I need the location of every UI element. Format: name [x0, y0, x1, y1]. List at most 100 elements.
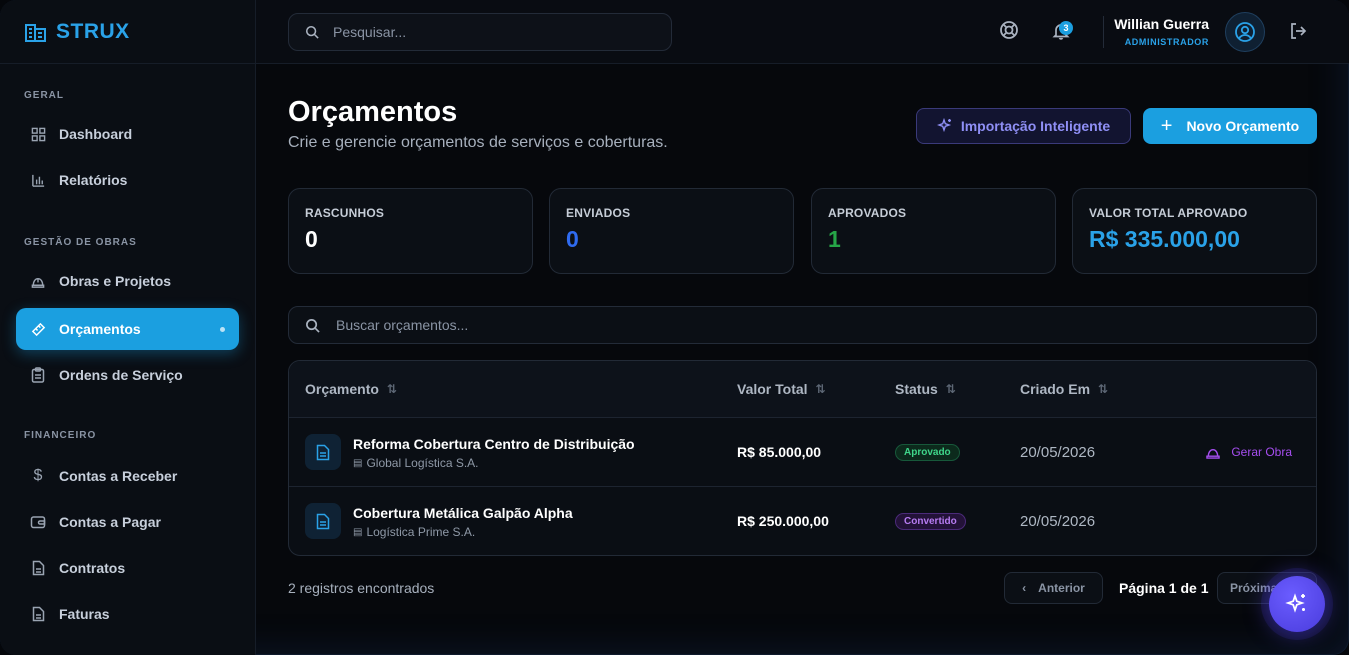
sidebar-item-label: Contas a Receber — [59, 468, 178, 484]
smart-import-label: Importação Inteligente — [960, 118, 1111, 134]
sidebar-item-dashboard[interactable]: Dashboard — [16, 113, 239, 155]
client-name: ▤ Global Logística S.A. — [353, 456, 479, 470]
topbar-divider — [1103, 16, 1104, 48]
sort-icon: ⇅ — [1098, 382, 1109, 396]
nav-section-geral: GERAL — [24, 90, 64, 101]
plus-icon: + — [1160, 115, 1173, 137]
grid-icon — [30, 126, 46, 142]
generate-project-button[interactable]: Gerar Obra — [1205, 445, 1292, 459]
previous-page-button[interactable]: ‹ Anterior — [1004, 572, 1103, 604]
new-budget-label: Novo Orçamento — [1186, 118, 1300, 134]
global-search[interactable] — [288, 13, 672, 51]
bar-chart-icon — [30, 172, 46, 188]
stat-value: 0 — [566, 226, 579, 252]
column-header-status[interactable]: Status ⇅ — [895, 381, 956, 397]
sidebar-item-contas-receber[interactable]: $ Contas a Receber — [16, 455, 239, 497]
sidebar-item-contratos[interactable]: Contratos — [16, 547, 239, 589]
stat-label: APROVADOS — [828, 206, 907, 220]
sidebar-item-orcamentos[interactable]: Orçamentos — [16, 308, 239, 350]
notification-badge: 3 — [1059, 21, 1073, 35]
budget-value: R$ 250.000,00 — [737, 513, 829, 529]
sort-icon: ⇅ — [815, 382, 826, 396]
client-name: ▤ Logística Prime S.A. — [353, 525, 475, 539]
table-header: Orçamento ⇅ Valor Total ⇅ Status ⇅ Criado E… — [289, 361, 1316, 418]
stat-label: RASCUNHOS — [305, 206, 385, 220]
stat-value: 0 — [305, 226, 318, 252]
budgets-table: Orçamento ⇅ Valor Total ⇅ Status ⇅ Criado E… — [288, 360, 1317, 556]
column-label: Status — [895, 381, 938, 397]
stat-card-aprovados: APROVADOS 1 — [811, 188, 1056, 274]
topbar: 3 Willian Guerra ADMINISTRADOR — [256, 0, 1349, 64]
document-icon — [30, 560, 46, 576]
nav-section-gestao: GESTÃO DE OBRAS — [24, 237, 137, 248]
hard-hat-icon — [30, 273, 46, 289]
global-search-input[interactable] — [333, 24, 633, 40]
table-row[interactable]: Reforma Cobertura Centro de Distribuição… — [289, 418, 1316, 487]
page-title: Orçamentos — [288, 96, 458, 128]
table-row[interactable]: Cobertura Metálica Galpão Alpha ▤ Logísti… — [289, 487, 1316, 555]
sparkles-icon — [936, 118, 953, 134]
column-label: Valor Total — [737, 381, 808, 397]
budget-title[interactable]: Cobertura Metálica Galpão Alpha — [353, 505, 573, 521]
building-icon — [24, 21, 48, 43]
sparkles-icon — [1285, 592, 1309, 616]
help-lifebuoy-icon[interactable] — [999, 20, 1021, 42]
avatar[interactable] — [1225, 12, 1265, 52]
document-icon — [30, 606, 46, 622]
column-label: Orçamento — [305, 381, 379, 397]
status-badge: Aprovado — [895, 444, 960, 461]
brand-name: STRUX — [56, 19, 130, 43]
budget-search[interactable] — [288, 306, 1317, 344]
user-role: ADMINISTRADOR — [1124, 37, 1209, 47]
stat-label: ENVIADOS — [566, 206, 631, 220]
records-count: 2 registros encontrados — [288, 580, 435, 596]
sidebar-item-relatorios[interactable]: Relatórios — [16, 159, 239, 201]
sort-icon: ⇅ — [945, 382, 956, 396]
stat-value: R$ 335.000,00 — [1089, 226, 1240, 252]
sort-icon: ⇅ — [386, 382, 397, 396]
sidebar-item-obras[interactable]: Obras e Projetos — [16, 260, 239, 302]
new-budget-button[interactable]: + Novo Orçamento — [1143, 108, 1317, 144]
hard-hat-icon — [1205, 446, 1221, 459]
page-indicator: Página 1 de 1 — [1119, 580, 1209, 596]
stat-card-rascunhos: RASCUNHOS 0 — [288, 188, 533, 274]
created-date: 20/05/2026 — [1020, 513, 1096, 530]
document-icon — [305, 503, 341, 539]
column-header-criado[interactable]: Criado Em ⇅ — [1020, 381, 1108, 397]
brand[interactable]: STRUX — [0, 0, 255, 64]
chevron-left-icon: ‹ — [1022, 581, 1027, 595]
building-small-icon: ▤ — [353, 526, 363, 538]
page-subtitle: Crie e gerencie orçamentos de serviços e… — [288, 134, 668, 151]
user-name: Willian Guerra — [1114, 16, 1209, 32]
column-header-valor[interactable]: Valor Total ⇅ — [737, 381, 826, 397]
previous-label: Anterior — [1038, 581, 1085, 595]
ai-assistant-button[interactable] — [1269, 576, 1325, 632]
document-icon — [305, 434, 341, 470]
column-header-orcamento[interactable]: Orçamento ⇅ — [305, 381, 397, 397]
search-icon — [305, 25, 319, 39]
sidebar-item-label: Faturas — [59, 606, 110, 622]
stat-card-valor-total: VALOR TOTAL APROVADO R$ 335.000,00 — [1072, 188, 1317, 274]
budget-title[interactable]: Reforma Cobertura Centro de Distribuição — [353, 436, 635, 452]
sidebar-item-faturas[interactable]: Faturas — [16, 593, 239, 635]
generate-project-label: Gerar Obra — [1231, 445, 1292, 459]
sidebar-item-label: Ordens de Serviço — [59, 367, 183, 383]
sidebar-item-ordens[interactable]: Ordens de Serviço — [16, 354, 239, 396]
sidebar-item-label: Obras e Projetos — [59, 273, 172, 289]
dollar-icon: $ — [33, 467, 43, 484]
nav-section-financeiro: FINANCEIRO — [24, 430, 97, 441]
sidebar-item-contas-pagar[interactable]: Contas a Pagar — [16, 501, 239, 543]
sidebar: STRUX GERAL Dashboard Relatórios GESTÃO … — [0, 0, 256, 655]
wallet-icon — [30, 514, 46, 530]
stat-value: 1 — [828, 226, 841, 252]
sidebar-item-label: Contratos — [59, 560, 126, 576]
status-badge: Convertido — [895, 513, 966, 530]
created-date: 20/05/2026 — [1020, 444, 1096, 461]
smart-import-button[interactable]: Importação Inteligente — [916, 108, 1131, 144]
logout-icon[interactable] — [1288, 21, 1310, 43]
stat-card-enviados: ENVIADOS 0 — [549, 188, 794, 274]
clipboard-icon — [30, 367, 46, 383]
stat-label: VALOR TOTAL APROVADO — [1089, 206, 1248, 220]
budget-value: R$ 85.000,00 — [737, 444, 822, 460]
budget-search-input[interactable] — [336, 317, 936, 333]
